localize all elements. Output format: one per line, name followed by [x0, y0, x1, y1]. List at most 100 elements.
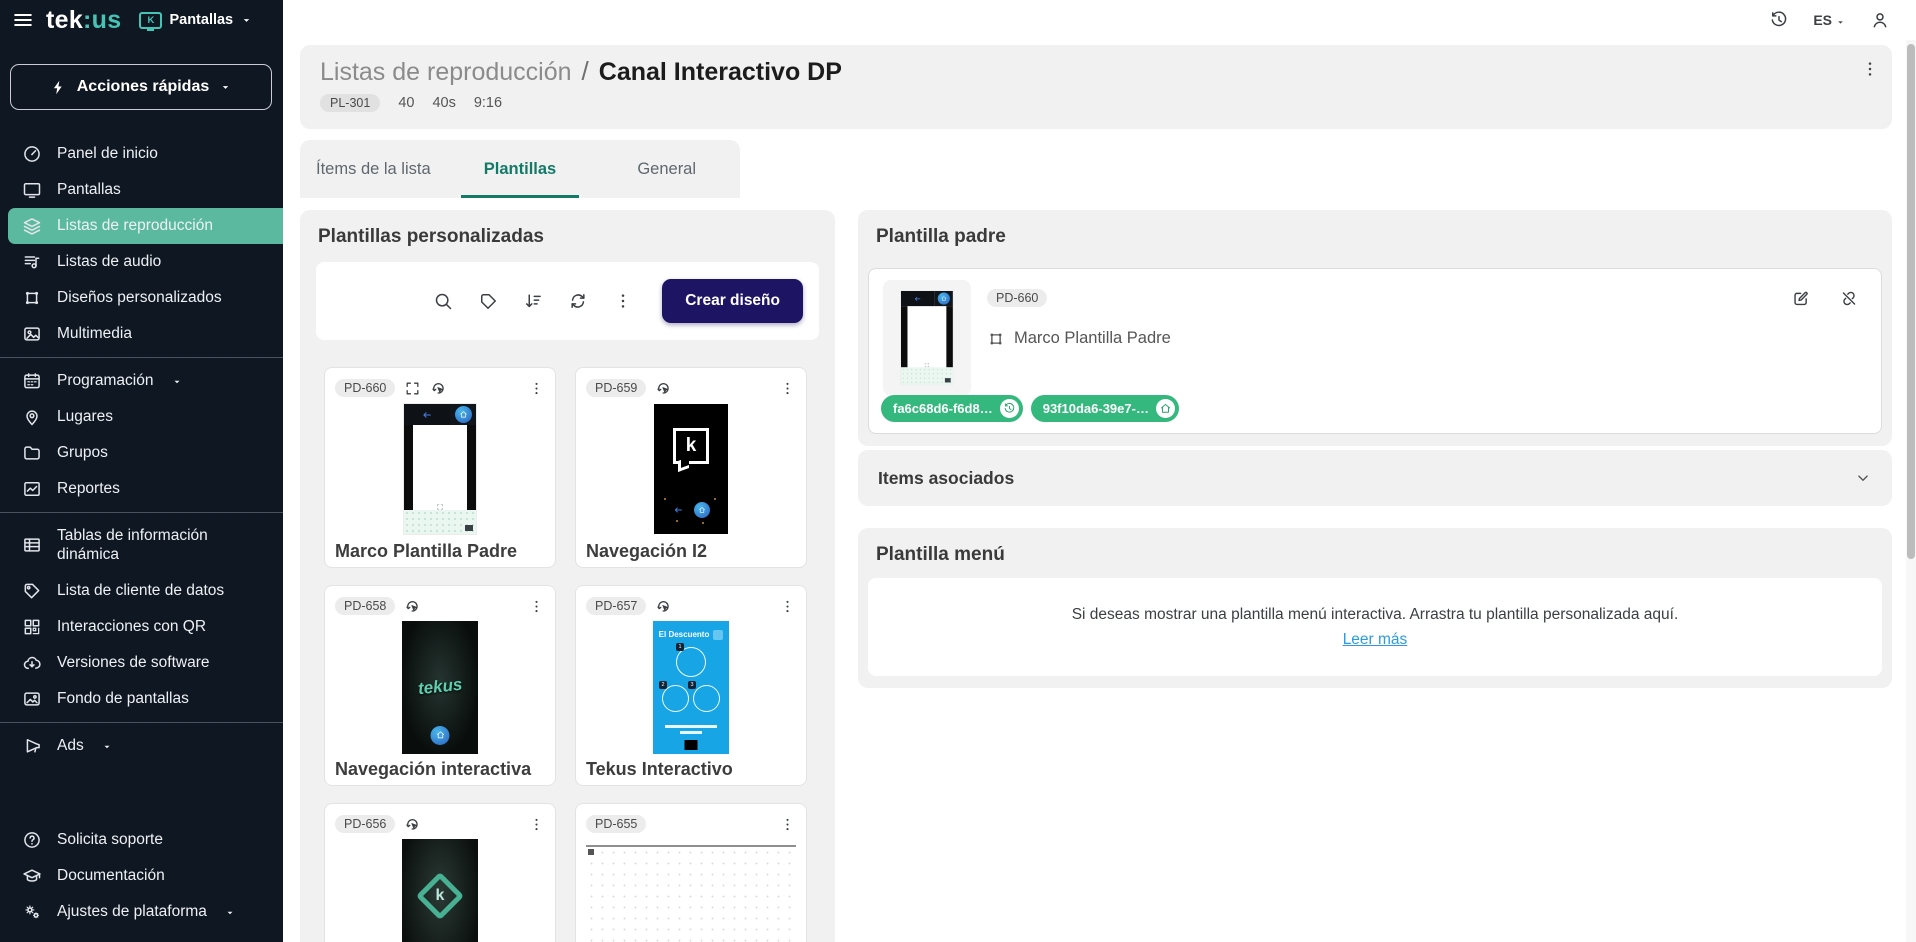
template-thumbnail: El Descuento123	[653, 621, 729, 754]
sidebar-item[interactable]: Diseños personalizados	[0, 280, 283, 316]
sidebar-item[interactable]: Listas de reproducción	[8, 208, 283, 244]
help-icon	[22, 830, 42, 850]
sidebar-item-label: Grupos	[57, 443, 108, 462]
sidebar-item[interactable]: Pantallas	[0, 172, 283, 208]
scrollbar-thumb[interactable]	[1907, 44, 1915, 559]
sidebar-item[interactable]: Fondo de pantallas	[0, 681, 283, 717]
app-logo[interactable]: tek:us	[46, 6, 121, 35]
template-card[interactable]: PD-655	[575, 803, 807, 942]
context-switcher[interactable]: K Pantallas	[139, 12, 253, 29]
card-menu-button[interactable]	[779, 816, 796, 833]
chevron-down-icon	[171, 375, 183, 387]
template-card[interactable]: PD-660 Marco Plantilla Padre	[324, 367, 556, 568]
custom-templates-panel: Plantillas personalizadas Crear diseño P…	[300, 210, 835, 942]
sidebar-item-label: Panel de inicio	[57, 144, 158, 163]
chart-icon	[22, 479, 42, 499]
breadcrumb-parent[interactable]: Listas de reproducción	[320, 58, 572, 87]
quick-actions-button[interactable]: Acciones rápidas	[10, 64, 272, 110]
template-card[interactable]: PD-657El Descuento123Tekus Interactivo	[575, 585, 807, 786]
table-icon	[22, 535, 42, 555]
sidebar-divider	[0, 722, 283, 723]
card-menu-button[interactable]	[779, 598, 796, 615]
tab-list-items[interactable]: Ítems de la lista	[300, 140, 447, 198]
sidebar-item[interactable]: Reportes	[0, 471, 283, 507]
qr-icon	[22, 617, 42, 637]
card-menu-button[interactable]	[528, 380, 545, 397]
interactive-icon[interactable]	[404, 598, 421, 615]
unlink-icon[interactable]	[1839, 289, 1859, 308]
menu-template-panel: Plantilla menú Si deseas mostrar una pla…	[858, 528, 1892, 688]
tab-templates[interactable]: Plantillas	[447, 140, 594, 198]
sidebar-item[interactable]: Listas de audio	[0, 244, 283, 280]
sidebar-item[interactable]: Tablas de información dinámica	[0, 518, 283, 573]
interactive-icon[interactable]	[655, 380, 672, 397]
sidebar-item[interactable]: Documentación	[0, 858, 283, 894]
sidebar-item[interactable]: Lugares	[0, 399, 283, 435]
parent-template-name: Marco Plantilla Padre	[987, 329, 1171, 348]
sort-icon[interactable]	[523, 291, 543, 311]
parent-template-panel: Plantilla padre PD-660 Marco Plantilla P…	[858, 210, 1892, 446]
sidebar-item-label: Solicita soporte	[57, 830, 163, 849]
gauge-icon	[22, 144, 42, 164]
tag-icon[interactable]	[478, 291, 498, 311]
sidebar-item[interactable]: Interacciones con QR	[0, 609, 283, 645]
sidebar-item[interactable]: Lista de cliente de datos	[0, 573, 283, 609]
parent-template-actions	[1791, 289, 1859, 308]
kebab-icon[interactable]	[613, 291, 633, 311]
history-icon[interactable]	[1769, 10, 1789, 30]
sidebar-item[interactable]: Multimedia	[0, 316, 283, 352]
sidebar-item-label: Ads	[57, 736, 84, 755]
interactive-icon[interactable]	[430, 380, 447, 397]
sidebar-item[interactable]: Panel de inicio	[0, 136, 283, 172]
template-thumbnail: k	[402, 839, 478, 942]
card-menu-button[interactable]	[528, 816, 545, 833]
create-design-button[interactable]: Crear diseño	[662, 279, 803, 323]
sync-icon[interactable]	[568, 291, 588, 311]
sidebar-item-label: Pantallas	[57, 180, 121, 199]
interactive-icon[interactable]	[655, 598, 672, 615]
edit-icon[interactable]	[1791, 289, 1811, 308]
read-more-link[interactable]: Leer más	[1343, 631, 1408, 649]
sidebar-header: tek:us K Pantallas	[0, 0, 283, 40]
template-card[interactable]: PD-659kNavegación I2	[575, 367, 807, 568]
hamburger-menu-icon[interactable]	[12, 9, 34, 31]
card-menu-button[interactable]	[528, 598, 545, 615]
sidebar: Acciones rápidas Panel de inicio Pantalla…	[0, 40, 283, 942]
sidebar-item[interactable]: Versiones de software	[0, 645, 283, 681]
tags-icon	[22, 581, 42, 601]
sidebar-item[interactable]: Ads	[0, 728, 283, 764]
parent-template-id-badge: PD-660	[987, 289, 1047, 307]
template-thumbnail	[586, 845, 796, 942]
tab-general[interactable]: General	[593, 140, 740, 198]
template-card[interactable]: PD-658tekusNavegación interactiva	[324, 585, 556, 786]
parent-template-card: PD-660 Marco Plantilla Padre fa6c68d6-f6…	[868, 268, 1882, 434]
associated-items-accordion[interactable]: Items asociados	[858, 450, 1892, 506]
menu-template-dropzone[interactable]: Si deseas mostrar una plantilla menú int…	[868, 578, 1882, 676]
template-title: Marco Plantilla Padre	[335, 541, 517, 562]
sidebar-item[interactable]: Ajustes de plataforma	[0, 894, 283, 930]
template-title: Navegación I2	[586, 541, 707, 562]
sidebar-item-label: Multimedia	[57, 324, 132, 343]
chevron-down-icon	[219, 81, 232, 94]
sidebar-item[interactable]: Grupos	[0, 435, 283, 471]
template-card[interactable]: PD-656 k	[324, 803, 556, 942]
template-thumbnail-area: k	[335, 840, 545, 942]
interactive-icon[interactable]	[404, 816, 421, 833]
template-card-header: PD-660	[335, 376, 545, 400]
sidebar-item[interactable]: Solicita soporte	[0, 822, 283, 858]
language-selector[interactable]: ES	[1813, 12, 1846, 28]
card-menu-button[interactable]	[779, 380, 796, 397]
template-tag-pill[interactable]: 93f10da6-39e7-…	[1031, 395, 1179, 422]
search-icon[interactable]	[433, 291, 453, 311]
template-tag-pill[interactable]: fa6c68d6-f6d8…	[881, 395, 1023, 422]
sidebar-item-label: Interacciones con QR	[57, 617, 206, 636]
sidebar-item-label: Versiones de software	[57, 653, 210, 672]
page-menu-button[interactable]	[1860, 59, 1880, 79]
playlist-tabs: Ítems de la listaPlantillasGeneral	[300, 140, 740, 198]
sidebar-item[interactable]: Programación	[0, 363, 283, 399]
docs-icon	[22, 866, 42, 886]
fullscreen-icon[interactable]	[404, 380, 421, 397]
user-account-icon[interactable]	[1870, 10, 1890, 30]
breadcrumb-separator: /	[582, 56, 589, 87]
template-card-header: PD-656	[335, 812, 545, 836]
